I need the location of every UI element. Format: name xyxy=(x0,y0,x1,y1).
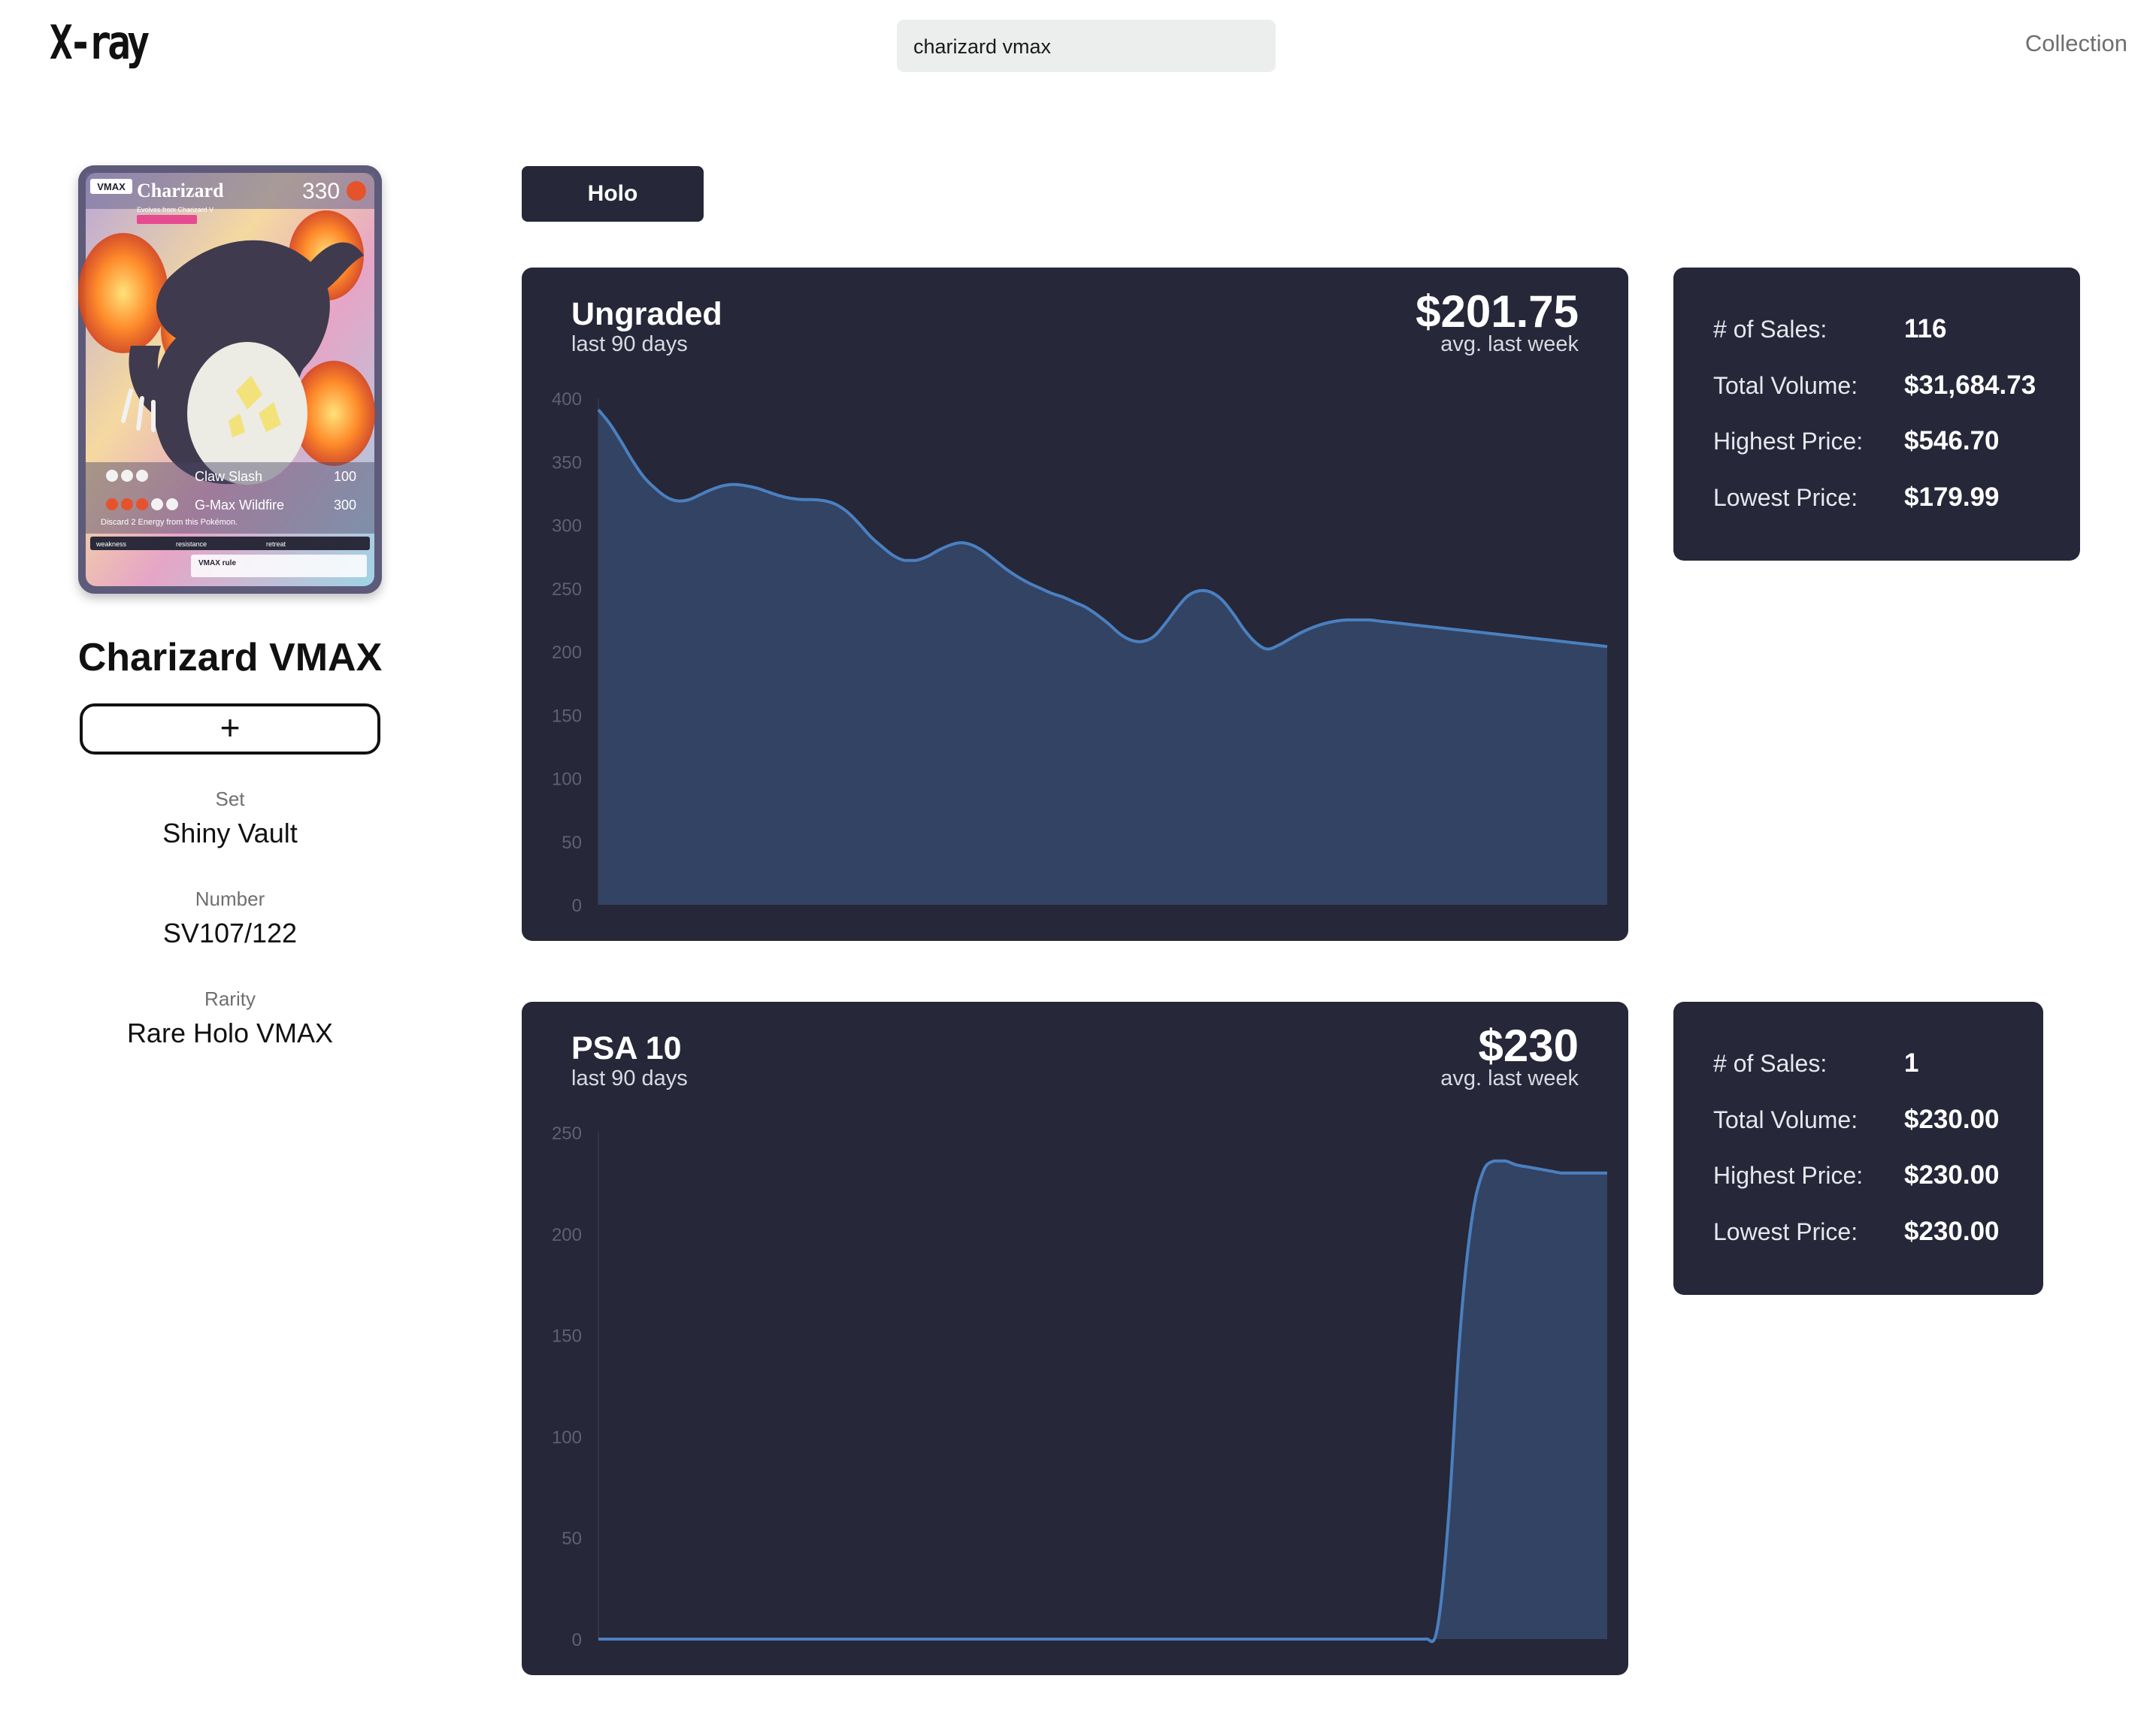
y-tick-label: 100 xyxy=(552,770,582,790)
stat-value-sales: 116 xyxy=(1904,314,1947,343)
y-tick-label: 200 xyxy=(552,643,582,663)
card-resistance: resistance xyxy=(176,540,207,548)
y-tick-label: 100 xyxy=(552,1427,582,1447)
panel-subtitle: last 90 days xyxy=(571,332,688,356)
price-chart-panel-ungraded: 400 350 300 250 200 150 100 50 0 Ungraded last 9… xyxy=(522,268,1628,941)
y-tick-label: 50 xyxy=(562,1529,582,1549)
y-tick-label: 0 xyxy=(572,896,582,916)
app-logo[interactable]: X-ray xyxy=(50,15,150,70)
panel-title: PSA 10 xyxy=(571,1030,682,1066)
stat-label-volume: Total Volume: xyxy=(1713,372,1858,399)
add-to-collection-button[interactable]: + xyxy=(80,703,380,755)
price-chart-psa10: 250 200 150 100 50 0 xyxy=(552,1124,1607,1650)
card-hp: 330 xyxy=(302,179,340,204)
card-vmax-rule: VMAX rule xyxy=(198,559,236,567)
y-tick-label: 50 xyxy=(562,833,582,853)
stat-label-sales: # of Sales: xyxy=(1713,1050,1827,1077)
stat-label-lowest: Lowest Price: xyxy=(1713,484,1858,511)
card-attack1-name: Claw Slash xyxy=(195,469,262,484)
stat-label-highest: Highest Price: xyxy=(1713,428,1864,455)
search-input[interactable] xyxy=(912,20,1264,74)
panel-subtitle: last 90 days xyxy=(571,1066,688,1090)
price-chart-ungraded: 400 350 300 250 200 150 100 50 0 xyxy=(552,389,1608,916)
stat-value-sales: 1 xyxy=(1904,1048,1919,1078)
y-tick-label: 0 xyxy=(572,1630,582,1650)
stat-value-lowest: $179.99 xyxy=(1904,482,2000,512)
avg-price: $230 xyxy=(1478,1021,1579,1071)
y-tick-label: 300 xyxy=(552,516,582,537)
stat-label-lowest: Lowest Price: xyxy=(1713,1218,1858,1245)
rarity-value: Rare Holo VMAX xyxy=(126,1018,334,1048)
card-title: Charizard VMAX xyxy=(77,636,383,679)
stat-label-volume: Total Volume: xyxy=(1713,1106,1858,1133)
y-tick-label: 400 xyxy=(552,389,582,410)
y-tick-label: 250 xyxy=(552,579,582,600)
set-label: Set xyxy=(215,788,245,810)
rarity-label: Rarity xyxy=(204,988,256,1010)
stat-label-highest: Highest Price: xyxy=(1713,1162,1864,1189)
card-retreat: retreat xyxy=(266,540,286,548)
card-image: VMAX Charizard 330 Evolves from Charizar… xyxy=(78,165,382,594)
sales-stats-panel-ungraded: # of Sales: 116 Total Volume: $31,684.73… xyxy=(1673,268,2080,561)
price-chart-panel-psa10: 250 200 150 100 50 0 PSA 10 last 90 days $230… xyxy=(522,1002,1628,1675)
stat-value-highest: $230.00 xyxy=(1904,1160,2000,1190)
y-tick-label: 150 xyxy=(552,1326,582,1347)
card-evolves: Evolves from Charizard V xyxy=(137,206,213,213)
card-illustration: VMAX Charizard 330 Evolves from Charizar… xyxy=(78,165,382,594)
number-value: SV107/122 xyxy=(162,918,298,948)
avg-price-label: avg. last week xyxy=(1440,1066,1579,1090)
set-value: Shiny Vault xyxy=(162,818,298,848)
stat-value-highest: $546.70 xyxy=(1904,426,2000,455)
variant-button-holo[interactable]: Holo xyxy=(522,166,704,222)
card-stage-badge: VMAX xyxy=(97,181,126,192)
search-box[interactable] xyxy=(897,20,1276,74)
card-attack2-name: G-Max Wildfire xyxy=(195,498,284,513)
y-tick-label: 200 xyxy=(552,1225,582,1245)
stat-value-lowest: $230.00 xyxy=(1904,1217,2000,1246)
y-tick-label: 250 xyxy=(552,1124,582,1144)
y-tick-label: 350 xyxy=(552,452,582,473)
avg-price-label: avg. last week xyxy=(1440,332,1579,356)
card-attack2-damage: 300 xyxy=(334,498,356,513)
stat-value-volume: $230.00 xyxy=(1904,1105,2000,1134)
number-label: Number xyxy=(195,888,265,910)
sales-stats-panel-psa10: # of Sales: 1 Total Volume: $230.00 High… xyxy=(1673,1002,2043,1295)
stat-label-sales: # of Sales: xyxy=(1713,316,1827,343)
panel-title: Ungraded xyxy=(571,296,722,332)
card-art-name: Charizard xyxy=(137,180,224,201)
card-weakness: weakness xyxy=(95,540,127,548)
avg-price: $201.75 xyxy=(1416,286,1579,337)
stat-value-volume: $31,684.73 xyxy=(1904,371,2036,400)
nav-link-collection[interactable]: Collection xyxy=(2025,30,2127,57)
y-tick-label: 150 xyxy=(552,706,582,726)
card-attack1-damage: 100 xyxy=(334,469,356,484)
card-attack2-text: Discard 2 Energy from this Pokémon. xyxy=(101,518,238,527)
series-area xyxy=(598,410,1607,905)
